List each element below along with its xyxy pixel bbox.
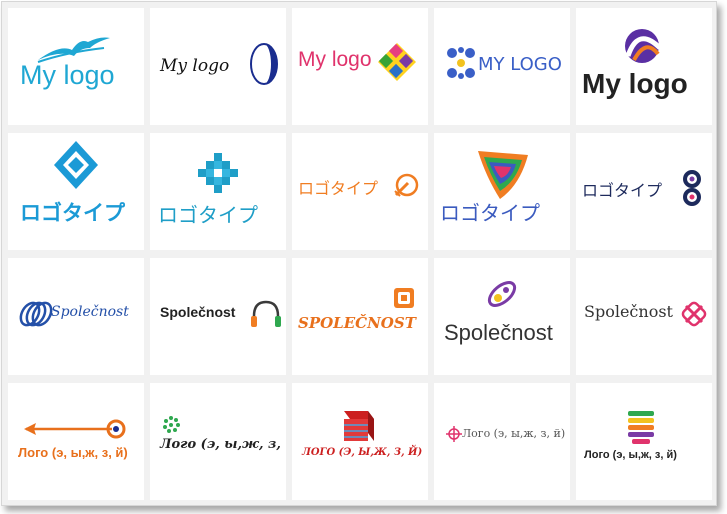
logo-tile[interactable]: My logo [576, 8, 712, 125]
knot-icon [681, 301, 707, 327]
orbit-sphere-icon [487, 281, 517, 307]
logo-tile[interactable]: ロゴタイプ [434, 133, 570, 250]
pixel-cross-icon [198, 153, 238, 193]
logo-gallery-frame: My logo My logo My logo MY LOGO My logo … [1, 1, 717, 506]
logo-text: Společnost [51, 304, 129, 320]
double-diamond-icon [54, 141, 98, 189]
logo-tile[interactable]: SPOLEČNOST [292, 258, 428, 375]
logo-text: Лого (э, ы,ж, з, й) [18, 445, 128, 460]
orbit-circle-icon [625, 29, 662, 63]
logo-text: ロゴタイプ [20, 201, 125, 225]
crosshair-icon [446, 426, 462, 442]
logo-tile[interactable]: ЛОГО (Э, Ы,Ж, З, Й) [292, 383, 428, 500]
logo-text: My logo [20, 60, 115, 90]
logo-tile[interactable]: My logo [150, 8, 286, 125]
logo-tile[interactable]: Лого (э, ы,ж, з, й) [434, 383, 570, 500]
diamond-squares-icon [378, 43, 416, 81]
half-moon-icon [250, 43, 278, 85]
logo-tile[interactable]: Лого (э, ы,ж, з, й) [8, 383, 144, 500]
logo-tile[interactable]: My logo [292, 8, 428, 125]
logo-text: My logo [582, 68, 688, 99]
figure-eight-icon [683, 170, 701, 206]
logo-tile[interactable]: ロゴタイプ [150, 133, 286, 250]
logo-tile[interactable]: My logo [8, 8, 144, 125]
target-arrow-icon [394, 173, 419, 197]
logo-tile[interactable]: ロゴタイプ [292, 133, 428, 250]
logo-text: SPOLEČNOST [298, 314, 416, 332]
logo-tile[interactable]: MY LOGO [434, 8, 570, 125]
rainbow-shield-icon [478, 151, 528, 199]
logo-tile[interactable]: ロゴタイプ [576, 133, 712, 250]
logo-text: Лого (э, ы,ж, з, й) [160, 437, 286, 452]
logo-text: MY LOGO [478, 54, 562, 75]
logo-grid: My logo My logo My logo MY LOGO My logo … [8, 8, 712, 500]
logo-tile[interactable]: Лого (э, ы,ж, з, й) [150, 383, 286, 500]
logo-text: Společnost [444, 320, 553, 345]
stacked-bars-icon [628, 411, 654, 444]
logo-tile[interactable]: Лого (э, ы,ж, з, й) [576, 383, 712, 500]
cube-icon [344, 411, 374, 441]
logo-tile[interactable]: ロゴタイプ [8, 133, 144, 250]
logo-text: Лого (э, ы,ж, з, й) [584, 449, 677, 461]
logo-tile[interactable]: Společnost [434, 258, 570, 375]
logo-tile[interactable]: Společnost [150, 258, 286, 375]
logo-tile[interactable]: Společnost [8, 258, 144, 375]
logo-text: ЛОГО (Э, Ы,Ж, З, Й) [302, 447, 423, 458]
logo-text: ロゴタイプ [440, 201, 540, 225]
headphones-icon [251, 300, 281, 327]
logo-tile[interactable]: Společnost [576, 258, 712, 375]
arrow-target-icon [24, 419, 126, 439]
logo-text: Лого (э, ы,ж, з, й) [462, 427, 566, 440]
logo-text: ロゴタイプ [158, 203, 258, 227]
